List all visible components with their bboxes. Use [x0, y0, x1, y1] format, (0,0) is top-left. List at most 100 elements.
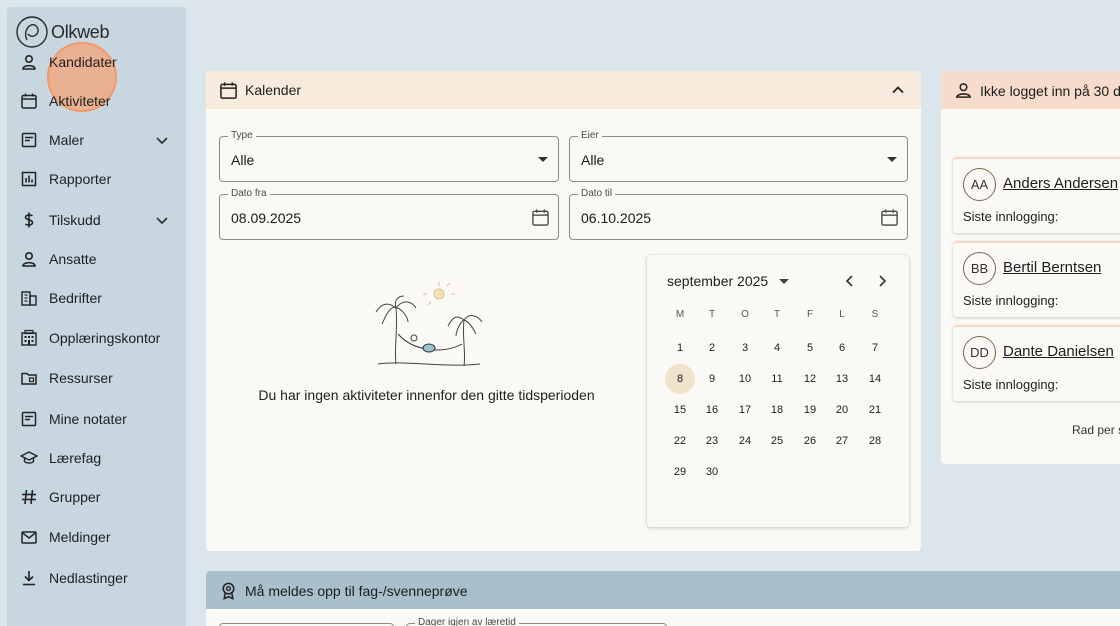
calendar-day[interactable]: 20 [827, 395, 857, 425]
calendar-day[interactable]: 16 [697, 395, 727, 425]
weekday-label: O [741, 309, 749, 320]
sidebar-item-lærefag[interactable]: Lærefag [7, 441, 186, 475]
note-icon [21, 411, 37, 427]
avatar: BB [963, 252, 996, 285]
chart-icon [21, 171, 37, 187]
sidebar-item-label: Nedlastinger [49, 570, 128, 586]
calendar-day[interactable]: 13 [827, 364, 857, 394]
month-dropdown-icon[interactable] [779, 279, 789, 284]
sidebar-item-ressurser[interactable]: Ressurser [7, 361, 186, 395]
selected-day[interactable]: 8 [665, 364, 695, 394]
calendar-day[interactable]: 1 [665, 333, 695, 363]
calendar-day[interactable]: 12 [795, 364, 825, 394]
calendar-card: Kalender Type Alle Eier Alle Dato fra 08… [206, 71, 921, 551]
calendar-day[interactable]: 23 [697, 426, 727, 456]
sidebar-item-tilskudd[interactable]: Tilskudd [7, 203, 186, 237]
calendar-day[interactable]: 14 [860, 364, 890, 394]
calendar-day[interactable]: 5 [795, 333, 825, 363]
sidebar-item-aktiviteter[interactable]: Aktiviteter [7, 84, 186, 118]
calendar-day[interactable]: 30 [697, 457, 727, 487]
logo[interactable]: Olkweb [16, 16, 110, 48]
sidebar-item-opplæringskontor[interactable]: Opplæringskontor [7, 321, 186, 355]
sidebar-item-label: Meldinger [49, 529, 111, 545]
sidebar-item-label: Bedrifter [49, 290, 102, 306]
weekday-label: T [708, 309, 716, 320]
dropdown-arrow-icon [887, 157, 897, 162]
calendar-day[interactable]: 27 [827, 426, 857, 456]
calendar-day[interactable]: 10 [730, 364, 760, 394]
sidebar-item-bedrifter[interactable]: Bedrifter [7, 281, 186, 315]
calendar-day[interactable]: 7 [860, 333, 890, 363]
calendar-day[interactable]: 4 [762, 333, 792, 363]
logo-text: Olkweb [51, 21, 110, 42]
chevron-down-icon[interactable] [155, 213, 169, 227]
calendar-day[interactable]: 25 [762, 426, 792, 456]
exam-signup-header[interactable]: Må meldes opp til fag-/svenneprøve [206, 571, 1120, 609]
calendar-day[interactable]: 3 [730, 333, 760, 363]
calendar-day[interactable]: 9 [697, 364, 727, 394]
sidebar-item-rapporter[interactable]: Rapporter [7, 162, 186, 196]
calendar-day[interactable]: 2 [697, 333, 727, 363]
exam-signup-card: Må meldes opp til fag-/svenneprøve Dager… [206, 571, 1120, 626]
calendar-icon[interactable] [880, 208, 899, 227]
date-from-field[interactable]: Dato fra 08.09.2025 [219, 188, 559, 240]
owner-select[interactable]: Eier Alle [569, 130, 908, 182]
chevron-up-icon[interactable] [891, 83, 905, 97]
rows-per-page-label: Rad per s [1072, 423, 1120, 437]
calendar-day[interactable]: 11 [762, 364, 792, 394]
sidebar-item-label: Mine notater [49, 411, 127, 427]
owner-label: Eier [578, 130, 602, 141]
download-icon [23, 571, 35, 586]
sidebar-item-label: Ressurser [49, 370, 113, 386]
folder-icon [21, 372, 37, 385]
user-name-link[interactable]: Anders Andersen [1003, 175, 1118, 192]
calendar-day[interactable]: 18 [762, 395, 792, 425]
calendar-day[interactable]: 24 [730, 426, 760, 456]
date-to-field[interactable]: Dato til 06.10.2025 [569, 188, 908, 240]
calendar-day[interactable]: 22 [665, 426, 695, 456]
user-name-link[interactable]: Dante Danielsen [1003, 343, 1114, 360]
type-value: Alle [231, 152, 255, 168]
award-icon [222, 582, 235, 600]
person-icon [956, 83, 971, 98]
picker-month-label[interactable]: september 2025 [667, 273, 768, 289]
calendar-header[interactable]: Kalender [206, 71, 921, 109]
calendar-day[interactable]: 15 [665, 395, 695, 425]
days-left-label: Dager igjen av læretid [415, 617, 519, 626]
calendar-day[interactable]: 21 [860, 395, 890, 425]
type-select[interactable]: Type Alle [219, 130, 559, 182]
sidebar-item-kandidater[interactable]: Kandidater [7, 45, 186, 79]
owner-value: Alle [581, 152, 605, 168]
sidebar-item-label: Aktiviteter [49, 93, 111, 109]
calendar-day[interactable]: 28 [860, 426, 890, 456]
exam-signup-title: Må meldes opp til fag-/svenneprøve [245, 583, 468, 599]
sidebar-item-label: Ansatte [49, 251, 97, 267]
calendar-day[interactable]: 19 [795, 395, 825, 425]
sidebar-item-ansatte[interactable]: Ansatte [7, 242, 186, 276]
chevron-right-icon[interactable] [874, 273, 890, 289]
sidebar-item-maler[interactable]: Maler [7, 123, 186, 157]
sidebar-item-meldinger[interactable]: Meldinger [7, 520, 186, 554]
person-icon [22, 54, 36, 70]
chevron-left-icon[interactable] [842, 273, 858, 289]
calendar-day[interactable]: 26 [795, 426, 825, 456]
chevron-down-icon[interactable] [155, 133, 169, 147]
inactive-user-card: DD Dante Danielsen Siste innlogging: [953, 325, 1120, 401]
calendar-day[interactable]: 17 [730, 395, 760, 425]
sidebar-item-label: Tilskudd [49, 212, 101, 228]
type-label: Type [228, 130, 256, 141]
sidebar-item-label: Lærefag [49, 450, 102, 466]
last-login-label: Siste innlogging: [963, 377, 1059, 392]
date-from-label: Dato fra [228, 188, 270, 199]
sidebar-item-mine-notater[interactable]: Mine notater [7, 402, 186, 436]
sidebar: Olkweb Kandidater Aktiviteter Maler Rapport… [7, 7, 186, 626]
sidebar-item-nedlastinger[interactable]: Nedlastinger [7, 561, 186, 595]
weekday-label: T [773, 309, 781, 320]
sidebar-item-grupper[interactable]: Grupper [7, 480, 186, 514]
user-name-link[interactable]: Bertil Berntsen [1003, 259, 1101, 276]
calendar-icon[interactable] [531, 208, 550, 227]
calendar-day[interactable]: 6 [827, 333, 857, 363]
last-login-label: Siste innlogging: [963, 209, 1059, 224]
calendar-day[interactable]: 29 [665, 457, 695, 487]
graduation-icon [20, 451, 38, 464]
